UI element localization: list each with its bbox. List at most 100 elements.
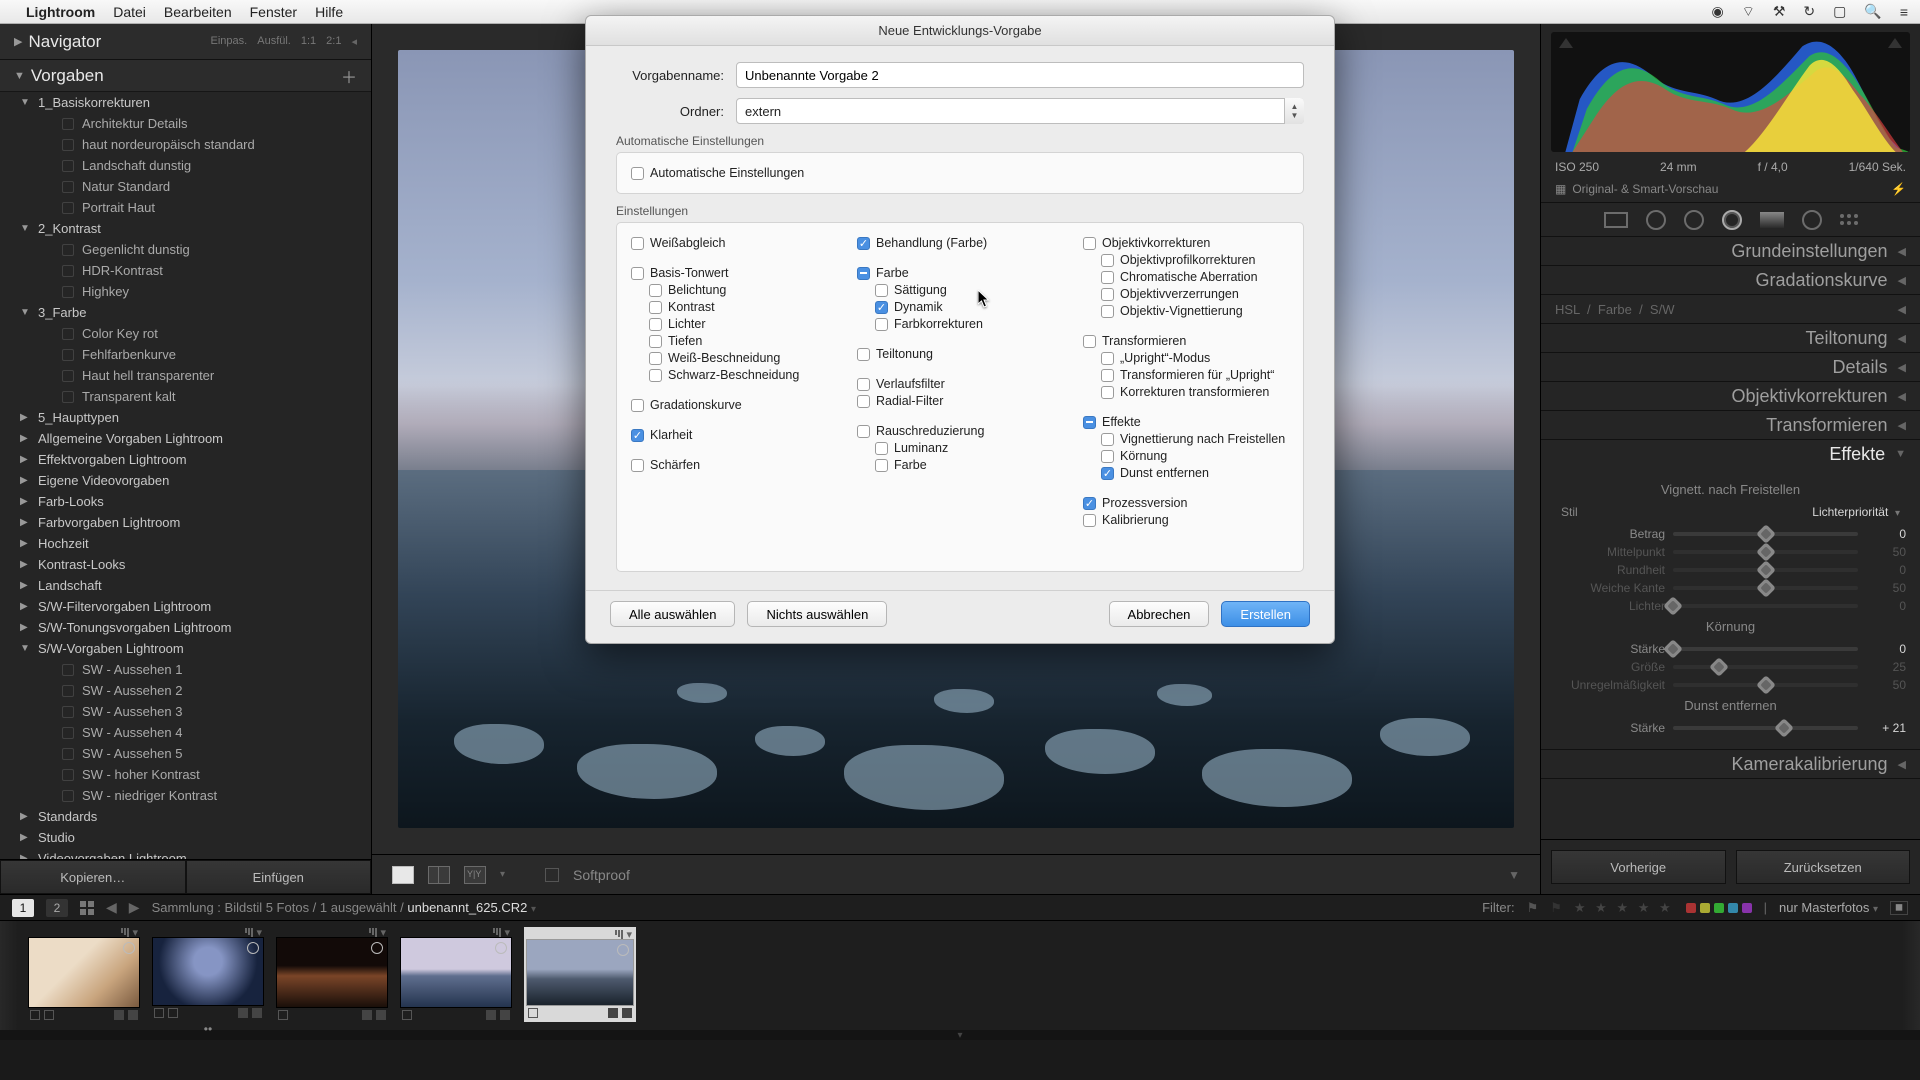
select-all-button[interactable]: Alle auswählen	[610, 601, 735, 627]
preset-group[interactable]: ▶Allgemeine Vorgaben Lightroom	[20, 428, 371, 449]
sync-icon[interactable]: ◉	[1711, 3, 1723, 20]
flag-pick-icon[interactable]: ⚑	[1527, 900, 1539, 916]
timemachine-icon[interactable]: ↻	[1803, 3, 1815, 20]
view-beforeafter-icon[interactable]: Y|Y	[464, 866, 486, 884]
brush2-icon[interactable]	[1840, 214, 1858, 225]
chk-setting[interactable]: Objektivverzerrungen	[1101, 287, 1289, 301]
softproof-checkbox[interactable]	[545, 868, 559, 882]
app-name[interactable]: Lightroom	[26, 4, 95, 20]
paste-button[interactable]: Einfügen	[186, 860, 372, 894]
chk-setting[interactable]: Objektivprofilkorrekturen	[1101, 253, 1289, 267]
reset-button[interactable]: Zurücksetzen	[1736, 850, 1911, 884]
toolbar-chevron-icon[interactable]: ▼	[1508, 868, 1520, 882]
preset-item[interactable]: SW - Aussehen 2	[40, 680, 371, 701]
filter-lock-icon[interactable]: ◼	[1890, 901, 1908, 915]
view-compare-icon[interactable]	[428, 866, 450, 884]
screen-2-badge[interactable]: 2	[46, 899, 68, 917]
thumb-2[interactable]: ▾ ••	[152, 927, 264, 1022]
presets-tree[interactable]: ▼1_BasiskorrekturenArchitektur Detailsha…	[0, 92, 371, 859]
chk-setting[interactable]: Luminanz	[875, 441, 1063, 455]
cancel-button[interactable]: Abbrechen	[1109, 601, 1210, 627]
chk-setting[interactable]: Klarheit	[631, 428, 837, 442]
chk-setting[interactable]: Objektivkorrekturen	[1083, 236, 1289, 250]
chk-setting[interactable]: Farbe	[857, 266, 1063, 280]
preset-group[interactable]: ▶S/W-Tonungsvorgaben Lightroom	[20, 617, 371, 638]
chk-setting[interactable]: Behandlung (Farbe)	[857, 236, 1063, 250]
thumb-3[interactable]: ▾	[276, 927, 388, 1022]
slider-stärke[interactable]: Stärke0	[1555, 642, 1906, 656]
preset-group[interactable]: ▶Farb-Looks	[20, 491, 371, 512]
spotlight-icon[interactable]: 🔍	[1864, 3, 1881, 20]
preset-item[interactable]: haut nordeuropäisch standard	[40, 134, 371, 155]
brush-icon[interactable]	[1802, 210, 1822, 230]
add-preset-icon[interactable]: ＋	[341, 64, 357, 88]
preset-item[interactable]: Landschaft dunstig	[40, 155, 371, 176]
chk-setting[interactable]: Dynamik	[875, 300, 1063, 314]
chk-setting[interactable]: Lichter	[649, 317, 837, 331]
collection-path[interactable]: Sammlung : Bildstil 5 Fotos / 1 ausgewäh…	[152, 900, 536, 915]
thumb-1[interactable]: ▾	[28, 927, 140, 1022]
chk-setting[interactable]: Objektiv-Vignettierung	[1101, 304, 1289, 318]
preset-group[interactable]: ▶Farbvorgaben Lightroom	[20, 512, 371, 533]
bluetooth-icon[interactable]: ⚒	[1773, 3, 1786, 20]
nav-fill[interactable]: Ausfül.	[257, 35, 291, 48]
preset-group[interactable]: ▶Landschaft	[20, 575, 371, 596]
display-icon[interactable]: ▢	[1833, 3, 1846, 20]
preset-item[interactable]: SW - Aussehen 4	[40, 722, 371, 743]
chk-setting[interactable]: Tiefen	[649, 334, 837, 348]
chk-setting[interactable]: Prozessversion	[1083, 496, 1289, 510]
menu-bearbeiten[interactable]: Bearbeiten	[164, 4, 232, 20]
presets-header[interactable]: ▼Vorgaben ＋	[0, 60, 371, 92]
chk-setting[interactable]: Transformieren für „Upright“	[1101, 368, 1289, 382]
preset-name-input[interactable]	[736, 62, 1304, 88]
nav-back-icon[interactable]: ◀	[106, 899, 117, 916]
path-chevron-icon[interactable]: ▾	[531, 904, 536, 915]
preset-item[interactable]: Fehlfarbenkurve	[40, 344, 371, 365]
preset-item[interactable]: Color Key rot	[40, 323, 371, 344]
preset-item[interactable]: HDR-Kontrast	[40, 260, 371, 281]
prev-button[interactable]: Vorherige	[1551, 850, 1726, 884]
filmstrip[interactable]: ▾ ▾ •• ▾ ▾ ▾	[0, 920, 1920, 1030]
gradient-icon[interactable]	[1760, 212, 1784, 228]
crop-icon[interactable]	[1604, 212, 1628, 228]
copy-button[interactable]: Kopieren…	[0, 860, 186, 894]
preset-group[interactable]: ▶Hochzeit	[20, 533, 371, 554]
rp-transformieren[interactable]: Transformieren◀	[1541, 411, 1920, 439]
chk-setting[interactable]: Vignettierung nach Freistellen	[1101, 432, 1289, 446]
wifi-icon[interactable]: ⌔	[1742, 3, 1755, 21]
chk-setting[interactable]: Sättigung	[875, 283, 1063, 297]
preset-item[interactable]: SW - Aussehen 3	[40, 701, 371, 722]
filter-colors[interactable]	[1686, 903, 1752, 913]
menu-datei[interactable]: Datei	[113, 4, 146, 20]
radial-icon[interactable]	[1722, 210, 1742, 230]
rp-details[interactable]: Details◀	[1541, 353, 1920, 381]
preset-item[interactable]: Architektur Details	[40, 113, 371, 134]
view-loupe-icon[interactable]	[392, 866, 414, 884]
preset-group[interactable]: ▶S/W-Filtervorgaben Lightroom	[20, 596, 371, 617]
nav-fwd-icon[interactable]: ▶	[129, 899, 140, 916]
chk-setting[interactable]: Schärfen	[631, 458, 837, 472]
preset-group[interactable]: ▶Effektvorgaben Lightroom	[20, 449, 371, 470]
chk-auto-settings[interactable]: Automatische Einstellungen	[631, 166, 1289, 180]
lightning-icon[interactable]: ⚡	[1891, 182, 1906, 196]
chk-setting[interactable]: Korrekturen transformieren	[1101, 385, 1289, 399]
slider-stärke[interactable]: Stärke+ 21	[1555, 721, 1906, 735]
preset-item[interactable]: Highkey	[40, 281, 371, 302]
chk-setting[interactable]: Effekte	[1083, 415, 1289, 429]
preset-item[interactable]: Gegenlicht dunstig	[40, 239, 371, 260]
flag-reject-icon[interactable]: ⚑	[1550, 900, 1562, 916]
menu-icon[interactable]: ≡	[1900, 4, 1908, 20]
rp-objektiv[interactable]: Objektivkorrekturen◀	[1541, 382, 1920, 410]
histogram[interactable]	[1551, 32, 1910, 152]
navigator-header[interactable]: ▶Navigator Einpas. Ausfül. 1:1 2:1 ◂	[0, 24, 371, 60]
chk-setting[interactable]: Rauschreduzierung	[857, 424, 1063, 438]
filter-stars[interactable]: ★ ★ ★ ★ ★	[1574, 900, 1674, 916]
rp-hsl[interactable]: HSL / Farbe / S/W ◀	[1541, 295, 1920, 323]
nav-zoom-chevron-icon[interactable]: ◂	[351, 35, 357, 48]
nav-2to1[interactable]: 2:1	[326, 35, 341, 48]
preset-item[interactable]: SW - hoher Kontrast	[40, 764, 371, 785]
preset-group[interactable]: ▶Videovorgaben Lightroom	[20, 848, 371, 859]
chk-setting[interactable]: „Upright“-Modus	[1101, 351, 1289, 365]
preset-group[interactable]: ▶5_Haupttypen	[20, 407, 371, 428]
chk-setting[interactable]: Körnung	[1101, 449, 1289, 463]
